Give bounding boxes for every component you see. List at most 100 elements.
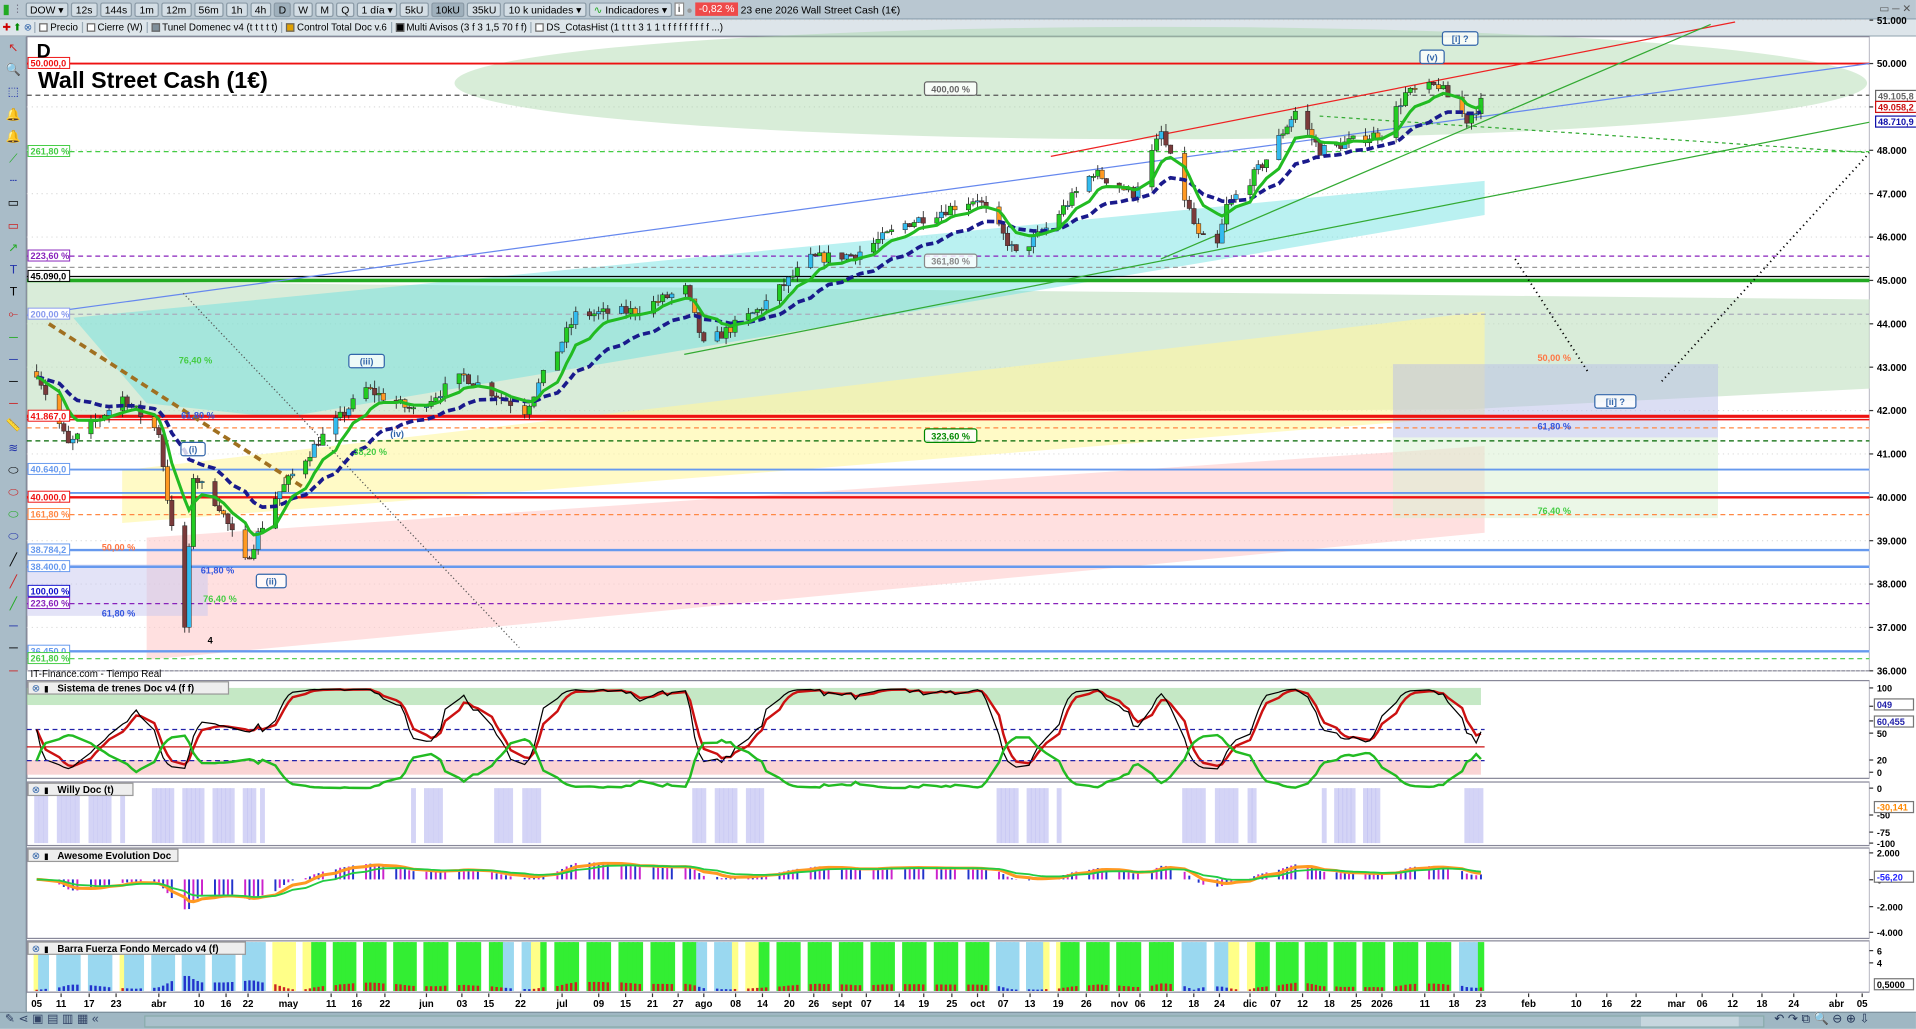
add-icon[interactable]: ✚ xyxy=(2,22,10,33)
window-controls[interactable]: ▭ ─ ✕ xyxy=(1879,2,1916,15)
strength-bar xyxy=(1223,942,1230,991)
timeframe-W[interactable]: W xyxy=(293,1,313,17)
candle xyxy=(199,481,205,483)
horizontal-scrollbar[interactable] xyxy=(144,1015,1765,1028)
strength-bar xyxy=(470,942,477,991)
strength-histogram xyxy=(1096,984,1100,991)
indicator-swatch[interactable] xyxy=(39,23,48,32)
drawing-tool-icon[interactable]: ─ xyxy=(5,397,22,412)
chart-annotation: 50,00 % xyxy=(1537,353,1571,363)
timeframe-4h[interactable]: 4h xyxy=(249,1,272,17)
willy-stripe xyxy=(719,788,725,844)
drawing-tool-icon[interactable]: 🔔 xyxy=(5,130,22,145)
drawing-tool-icon[interactable]: ↗ xyxy=(5,242,22,257)
strength-histogram xyxy=(537,988,540,991)
timeframe-1m[interactable]: 1m xyxy=(134,1,159,17)
drawing-tool-icon[interactable]: ⟜ xyxy=(5,308,22,323)
zoom-tools-icons[interactable]: ↶ ↷ ⧉ 🔍 ⊖ ⊕ ⇩ xyxy=(1774,1013,1869,1026)
strength-histogram xyxy=(213,982,217,991)
panel-header xyxy=(27,782,134,797)
drawing-tool-icon[interactable]: ┄ xyxy=(5,175,22,190)
drawing-tool-icon[interactable]: ⬚ xyxy=(5,86,22,101)
indicator-item[interactable]: Tunel Domenec v4 (t t t t t) xyxy=(146,21,281,33)
drawing-tool-icon[interactable]: ⬭ xyxy=(5,464,22,479)
strength-histogram xyxy=(338,984,342,991)
units-select[interactable]: 10 k unidades ▾ xyxy=(503,1,587,17)
timeframe-D[interactable]: D xyxy=(273,1,291,17)
candle xyxy=(728,327,733,333)
drawing-tool-icon[interactable]: ─ xyxy=(5,620,22,635)
indicator-item[interactable]: Precio xyxy=(34,21,81,33)
timeframe-12s[interactable]: 12s xyxy=(70,1,98,17)
drawing-tool-icon[interactable]: 📏 xyxy=(5,420,22,435)
chart-annotation: (ii) xyxy=(266,577,277,587)
strength-histogram xyxy=(291,989,294,991)
drawing-tool-icon[interactable]: ▭ xyxy=(5,197,22,212)
up-icon[interactable]: ⬆ xyxy=(13,22,21,33)
strength-histogram xyxy=(439,986,442,991)
drawing-tool-icon[interactable]: T xyxy=(5,264,22,279)
candle xyxy=(97,418,103,421)
drawing-tool-icon[interactable]: 🔔 xyxy=(5,108,22,123)
strength-bar xyxy=(255,942,262,991)
drawing-tool-icon[interactable]: ─ xyxy=(5,642,22,657)
indicator-swatch[interactable] xyxy=(535,23,544,32)
drawing-tool-icon[interactable]: ⬭ xyxy=(5,509,22,524)
candle xyxy=(1126,187,1132,191)
drawing-tool-icon[interactable]: ⬭ xyxy=(5,531,22,546)
unit-35kU[interactable]: 35kU xyxy=(467,1,502,17)
unit-5kU[interactable]: 5kU xyxy=(400,1,429,17)
drawing-tool-icon[interactable]: ─ xyxy=(5,331,22,346)
indicator-swatch[interactable] xyxy=(286,23,295,32)
indicator-item[interactable]: Control Total Doc v.6 xyxy=(281,21,390,33)
strength-histogram xyxy=(1216,986,1219,991)
close-icon[interactable]: ⊗ xyxy=(24,22,32,33)
willy-stripe xyxy=(754,788,760,844)
drawing-tool-icon[interactable]: ─ xyxy=(5,664,22,679)
drawing-tool-icon[interactable]: ╱ xyxy=(5,575,22,590)
chart-canvas[interactable]: 50.000,0 261,80 % 223,60 % 45.090,0 200,00 %… xyxy=(0,0,1916,1029)
indicator-swatch[interactable] xyxy=(151,23,160,32)
indicator-item[interactable]: DS_CotasHist (1 t t t 3 1 1 t f f f f f … xyxy=(530,21,727,33)
strength-bar xyxy=(406,942,413,991)
drawing-tool-icon[interactable]: 🔍 xyxy=(5,64,22,79)
candle xyxy=(1379,137,1385,140)
indicator-swatch[interactable] xyxy=(86,23,96,32)
drawing-tool-icon[interactable]: ╱ xyxy=(5,553,22,568)
drawing-tool-icon[interactable]: ─ xyxy=(5,375,22,390)
scrollbar-thumb[interactable] xyxy=(1641,1016,1739,1027)
candle xyxy=(320,433,326,446)
drawing-tool-icon[interactable]: ↖ xyxy=(5,42,22,57)
unit-10kU[interactable]: 10kU xyxy=(430,1,465,17)
panel-value-box xyxy=(1873,800,1915,814)
chart-annotation: [ii] ? xyxy=(1606,397,1626,407)
timeframe-56m[interactable]: 56m xyxy=(193,1,224,17)
time-axis-label: sept xyxy=(832,999,853,1010)
indicator-item[interactable]: Cierre (W) xyxy=(81,21,147,33)
time-axis-label: jul xyxy=(555,999,568,1010)
timeframe-12m[interactable]: 12m xyxy=(161,1,192,17)
indicator-item[interactable]: Multi Avisos (3 f 3 1,5 70 f f) xyxy=(390,21,531,33)
period-select[interactable]: 1 día ▾ xyxy=(356,1,398,17)
willy-stripe xyxy=(759,788,765,844)
drawing-tool-icon[interactable]: ⟋ xyxy=(5,153,22,168)
drawing-tool-icon[interactable]: ≋ xyxy=(5,442,22,457)
indicator-swatch[interactable] xyxy=(395,23,404,32)
indicators-button[interactable]: ∿ Indicadores ▾ xyxy=(588,1,672,17)
chart-type-icon[interactable]: ▮ xyxy=(2,1,9,17)
timeframe-144s[interactable]: 144s xyxy=(99,1,133,17)
strength-bar xyxy=(350,942,357,991)
strength-histogram xyxy=(656,983,660,991)
drawing-tool-icon[interactable]: T xyxy=(5,286,22,301)
timeframe-Q[interactable]: Q xyxy=(336,1,355,17)
symbol-select[interactable]: DOW ▾ xyxy=(25,1,69,17)
level-label-box xyxy=(27,462,71,475)
drawing-tool-icon[interactable]: ⬭ xyxy=(5,486,22,501)
drawing-tool-icon[interactable]: ─ xyxy=(5,353,22,368)
info-icon[interactable]: i xyxy=(674,2,684,16)
timeframe-M[interactable]: M xyxy=(315,1,334,17)
timeframe-1h[interactable]: 1h xyxy=(226,1,248,17)
drawing-tool-icon[interactable]: ▭ xyxy=(5,219,22,234)
drawing-tool-icon[interactable]: ╱ xyxy=(5,598,22,613)
bottom-tools-icons[interactable]: ✎ ⋖ ▣ ▤ ▥ ▦ « xyxy=(5,1013,99,1026)
